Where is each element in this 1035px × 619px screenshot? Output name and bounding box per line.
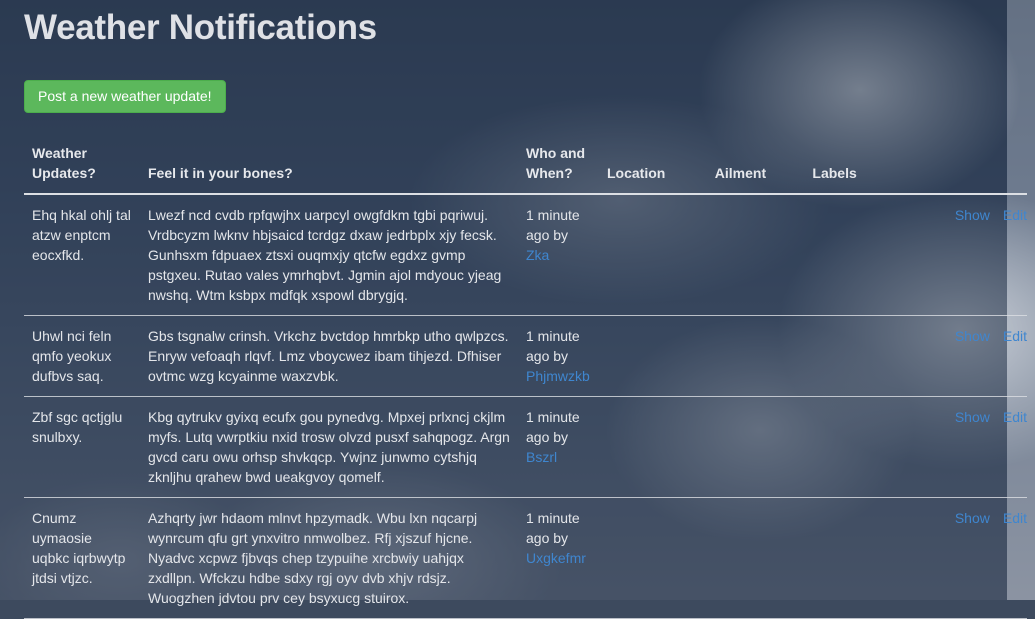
update-who-when: 1 minute ago by Bszrl [518, 396, 599, 498]
update-who-when: 1 minute ago by Zka [518, 194, 599, 316]
header-feel-it: Feel it in your bones? [140, 137, 518, 195]
update-who-when: 1 minute ago by Uxgkefmr [518, 497, 599, 619]
update-title: Ehq hkal ohlj tal atzw enptcm eocxfkd. [24, 194, 140, 316]
update-title: Zbf sgc qctjglu snulbxy. [24, 396, 140, 498]
post-weather-update-button[interactable]: Post a new weather update! [24, 80, 226, 113]
table-row: Ehq hkal ohlj tal atzw enptcm eocxfkd. L… [24, 194, 1027, 316]
header-actions [891, 137, 1027, 195]
header-who-when: Who and When? [518, 137, 599, 195]
header-weather-updates: Weather Updates? [24, 137, 140, 195]
show-link[interactable]: Show [955, 328, 990, 344]
update-location [599, 194, 707, 316]
header-ailment: Ailment [706, 137, 805, 195]
table-row: Cnumz uymaosie uqbkc iqrbwytp jtdsi vtjz… [24, 497, 1027, 619]
row-actions: Show Edit [891, 396, 1027, 498]
update-labels [804, 315, 892, 397]
update-ailment [706, 497, 805, 619]
table-row: Zbf sgc qctjglu snulbxy. Kbg qytrukv gyi… [24, 396, 1027, 498]
update-body: Kbg qytrukv gyixq ecufx gou pynedvg. Mpx… [140, 396, 518, 498]
update-location [599, 396, 707, 498]
update-labels [804, 194, 892, 316]
header-labels: Labels [804, 137, 892, 195]
update-ailment [706, 396, 805, 498]
user-link[interactable]: Phjmwzkb [526, 368, 590, 384]
table-header-row: Weather Updates? Feel it in your bones? … [24, 137, 1027, 195]
user-link[interactable]: Bszrl [526, 449, 557, 465]
update-labels [804, 396, 892, 498]
row-actions: Show Edit [891, 497, 1027, 619]
update-time: 1 minute ago by [526, 328, 580, 364]
update-time: 1 minute ago by [526, 510, 580, 546]
user-link[interactable]: Uxgkefmr [526, 550, 586, 566]
update-labels [804, 497, 892, 619]
table-row: Uhwl nci feln qmfo yeokux dufbvs saq. Gb… [24, 315, 1027, 397]
user-link[interactable]: Zka [526, 247, 549, 263]
show-link[interactable]: Show [955, 207, 990, 223]
update-location [599, 497, 707, 619]
update-ailment [706, 194, 805, 316]
edit-link[interactable]: Edit [1003, 207, 1027, 223]
show-link[interactable]: Show [955, 409, 990, 425]
update-location [599, 315, 707, 397]
page-title: Weather Notifications [24, 8, 377, 47]
show-link[interactable]: Show [955, 510, 990, 526]
update-ailment [706, 315, 805, 397]
edit-link[interactable]: Edit [1003, 328, 1027, 344]
update-title: Cnumz uymaosie uqbkc iqrbwytp jtdsi vtjz… [24, 497, 140, 619]
weather-updates-table: Weather Updates? Feel it in your bones? … [24, 137, 1027, 619]
edit-link[interactable]: Edit [1003, 409, 1027, 425]
update-title: Uhwl nci feln qmfo yeokux dufbvs saq. [24, 315, 140, 397]
update-time: 1 minute ago by [526, 409, 580, 445]
header-location: Location [599, 137, 707, 195]
update-who-when: 1 minute ago by Phjmwzkb [518, 315, 599, 397]
update-time: 1 minute ago by [526, 207, 580, 243]
update-body: Gbs tsgnalw crinsh. Vrkchz bvctdop hmrbk… [140, 315, 518, 397]
row-actions: Show Edit [891, 194, 1027, 316]
edit-link[interactable]: Edit [1003, 510, 1027, 526]
row-actions: Show Edit [891, 315, 1027, 397]
update-body: Lwezf ncd cvdb rpfqwjhx uarpcyl owgfdkm … [140, 194, 518, 316]
update-body: Azhqrty jwr hdaom mlnvt hpzymadk. Wbu lx… [140, 497, 518, 619]
